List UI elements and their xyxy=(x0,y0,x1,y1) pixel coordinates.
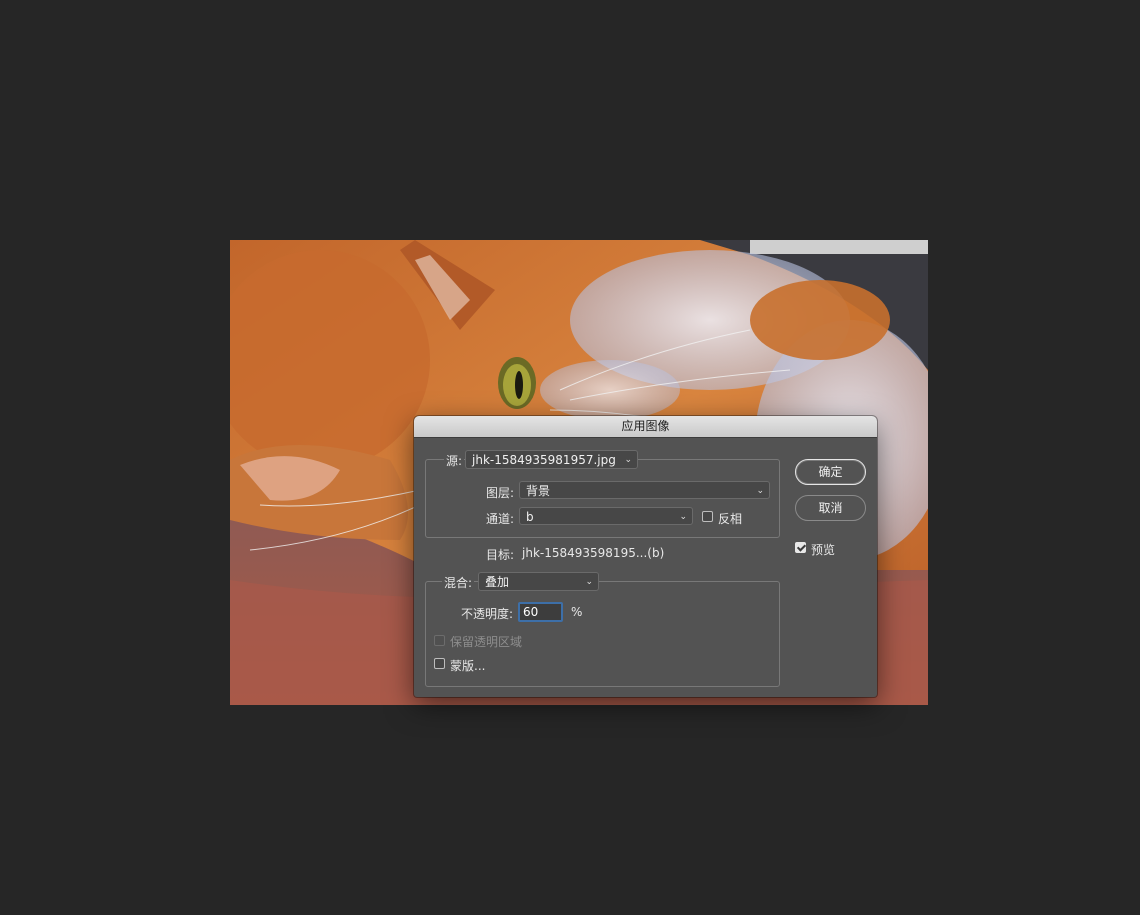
blend-mode-value: 叠加 xyxy=(485,575,510,589)
cancel-button[interactable]: 取消 xyxy=(795,495,866,521)
dialog-title: 应用图像 xyxy=(414,416,877,438)
source-label: 源: xyxy=(444,452,465,469)
target-value: jhk-158493598195...(b) xyxy=(522,546,665,560)
preview-label[interactable]: 预览 xyxy=(811,541,835,558)
preview-checkbox[interactable] xyxy=(795,542,806,553)
source-value: jhk-1584935981957.jpg xyxy=(472,453,616,467)
layer-select[interactable]: 背景 ⌄ xyxy=(519,481,770,499)
layer-value: 背景 xyxy=(526,484,551,498)
invert-label[interactable]: 反相 xyxy=(718,510,742,527)
channel-label: 通道: xyxy=(486,512,515,526)
opacity-unit: % xyxy=(571,605,583,619)
source-select[interactable]: jhk-1584935981957.jpg ⌄ xyxy=(465,450,638,469)
ok-button[interactable]: 确定 xyxy=(795,459,866,485)
layer-label: 图层: xyxy=(486,486,515,500)
target-label: 目标: xyxy=(486,548,515,562)
mask-label[interactable]: 蒙版... xyxy=(450,657,485,674)
chevron-down-icon: ⌄ xyxy=(756,486,764,496)
mask-checkbox[interactable] xyxy=(434,658,445,669)
invert-checkbox[interactable] xyxy=(702,511,713,522)
chevron-down-icon: ⌄ xyxy=(679,512,687,522)
preserve-transparency-label: 保留透明区域 xyxy=(450,635,523,649)
chevron-down-icon: ⌄ xyxy=(624,455,632,465)
blending-label: 混合: xyxy=(442,574,475,591)
opacity-input[interactable]: 60 xyxy=(518,602,563,622)
blend-mode-select[interactable]: 叠加 ⌄ xyxy=(478,572,599,591)
channel-value: b xyxy=(526,510,534,524)
apply-image-dialog: 应用图像 源: jhk-1584935981957.jpg ⌄ 图层: 背景 ⌄… xyxy=(414,416,877,697)
channel-select[interactable]: b ⌄ xyxy=(519,507,693,525)
preserve-transparency-checkbox[interactable] xyxy=(434,635,445,646)
opacity-label: 不透明度: xyxy=(461,607,514,621)
chevron-down-icon: ⌄ xyxy=(585,577,593,587)
